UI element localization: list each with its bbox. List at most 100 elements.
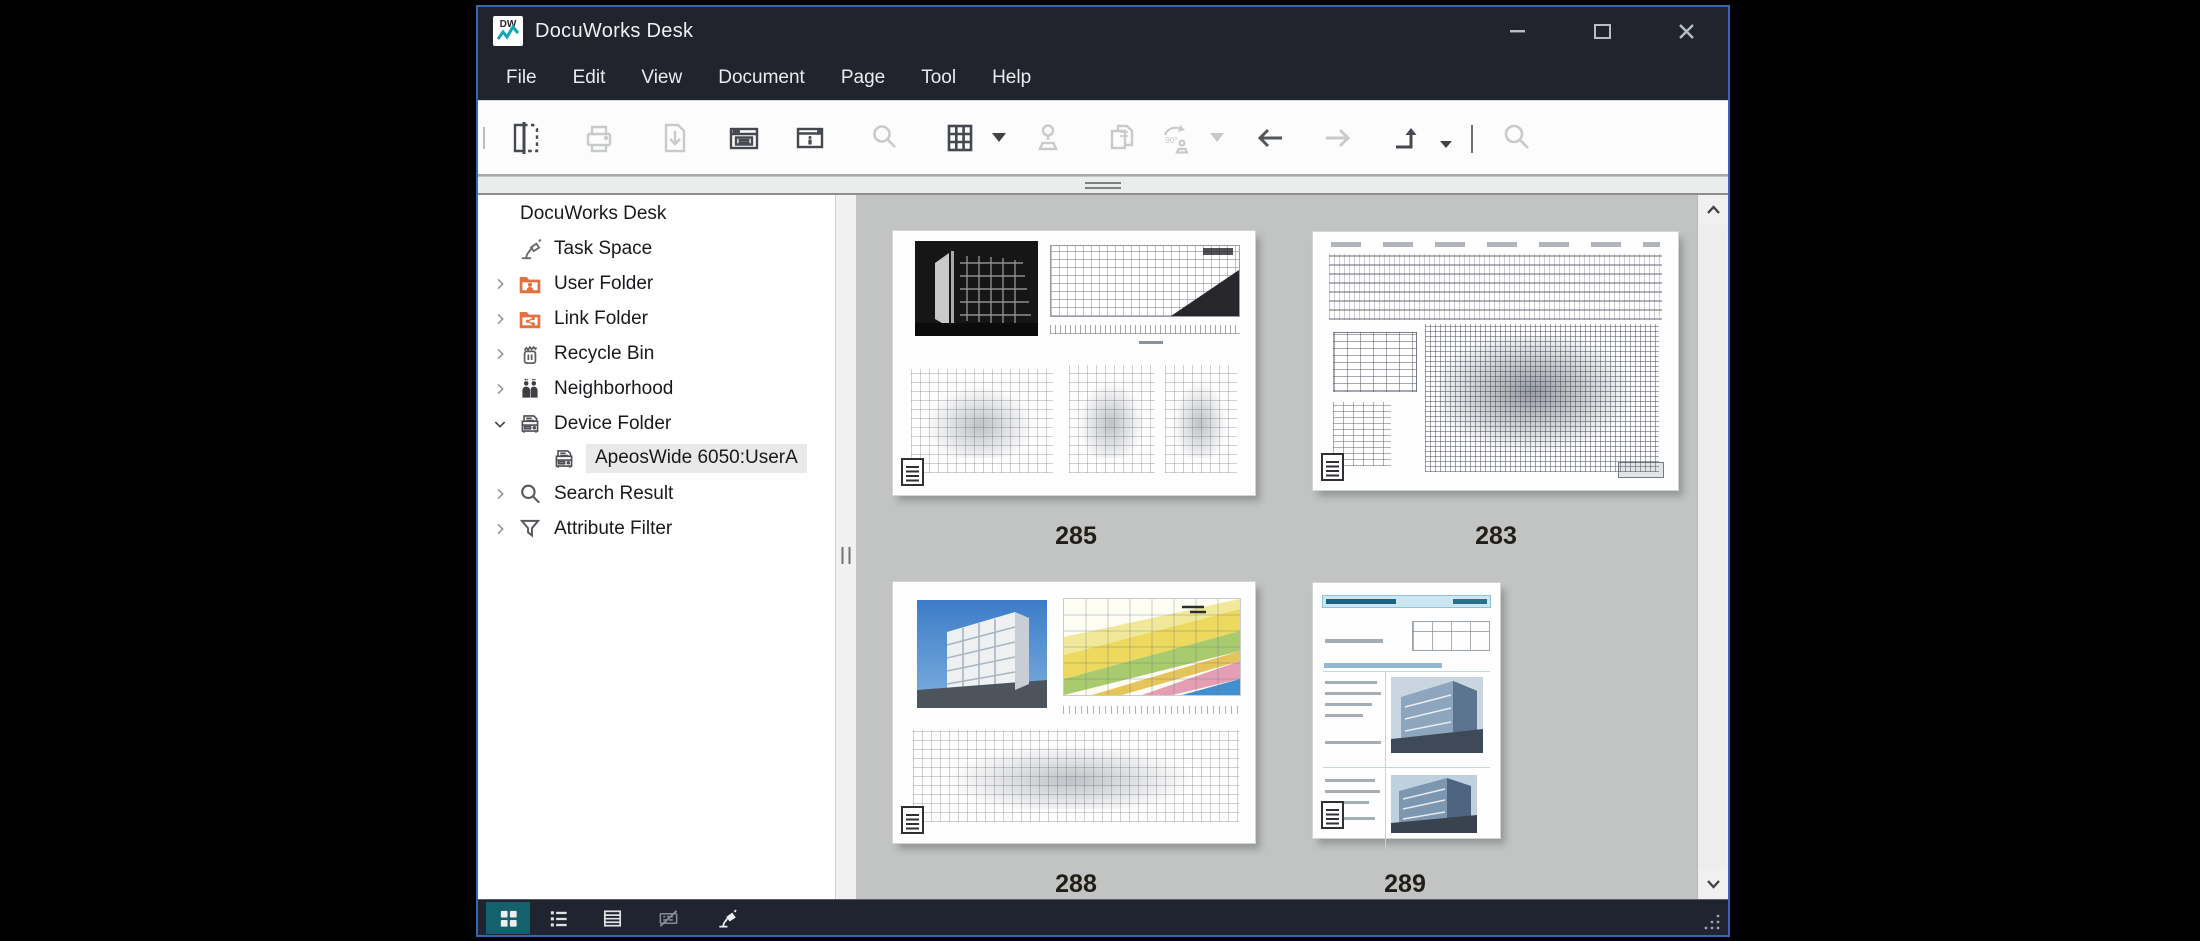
list-view-button[interactable] (536, 902, 580, 934)
vertical-splitter[interactable] (836, 195, 856, 899)
tree-item-label[interactable]: Link Folder (552, 305, 650, 333)
chevron-right-icon[interactable] (488, 482, 512, 506)
tree-item-label[interactable]: Recycle Bin (552, 340, 656, 368)
maximize-button[interactable] (1560, 7, 1644, 55)
tree-item-docuworks-desk[interactable]: DocuWorks Desk (478, 196, 835, 231)
infoview-disabled-icon (657, 907, 680, 930)
tree-item-label[interactable]: User Folder (552, 270, 655, 298)
workspace-view-button[interactable] (721, 115, 767, 161)
thumbnail-plan (1165, 365, 1237, 473)
tree-item-task-space[interactable]: Task Space (478, 231, 835, 266)
vertical-splitter-handle[interactable] (842, 547, 851, 564)
vertical-scrollbar[interactable] (1697, 195, 1728, 899)
back-arrow-icon (1250, 118, 1292, 158)
search-button[interactable] (1494, 115, 1540, 161)
tree-item-label[interactable]: Neighborhood (552, 375, 675, 403)
save-document-icon (654, 118, 696, 158)
tree-item-attribute-filter[interactable]: Attribute Filter (478, 511, 835, 546)
document-area[interactable]: 285 283 288 289 (856, 195, 1697, 899)
import-scan-button[interactable] (502, 115, 548, 161)
menu-tool[interactable]: Tool (903, 59, 974, 97)
desktop-background: DW DocuWorks Desk File Edit View Documen… (0, 0, 2200, 941)
tree-item-label[interactable]: Device Folder (552, 410, 673, 438)
tree-item-neighborhood[interactable]: Neighborhood (478, 371, 835, 406)
loupe-button[interactable] (862, 115, 908, 161)
thumbnail-view-button[interactable] (486, 902, 530, 934)
tree-item-link-folder[interactable]: Link Folder (478, 301, 835, 336)
tree-item-recycle-bin[interactable]: Recycle Bin (478, 336, 835, 371)
detail-view-icon (601, 907, 624, 930)
menu-page[interactable]: Page (823, 59, 903, 97)
document-thumbnail-289[interactable] (1313, 583, 1500, 838)
app-icon: DW (493, 16, 523, 46)
tree-item-user-folder[interactable]: User Folder (478, 266, 835, 301)
title-bar[interactable]: DW DocuWorks Desk (478, 7, 1728, 55)
horizontal-splitter[interactable] (478, 176, 1728, 195)
task-space-button[interactable] (704, 902, 748, 934)
close-button[interactable] (1644, 7, 1728, 55)
chevron-right-icon[interactable] (488, 517, 512, 541)
folder-tree-panel: DocuWorks Desk Task Space User Folder (478, 195, 836, 899)
tree-item-label-selected[interactable]: ApeosWide 6050:UserA (586, 444, 807, 473)
save-document-button[interactable] (652, 115, 698, 161)
stamp-icon (1027, 118, 1069, 158)
tree-item-search-result[interactable]: Search Result (478, 476, 835, 511)
thumbnail-view-icon (497, 907, 520, 930)
print-button[interactable] (576, 115, 622, 161)
chevron-right-icon[interactable] (488, 377, 512, 401)
tree-item-label[interactable]: Task Space (552, 235, 654, 263)
tree-item-label[interactable]: DocuWorks Desk (518, 200, 668, 228)
rotate-90-stamp-button[interactable]: 90° (1152, 115, 1198, 161)
link-folder-icon (516, 306, 544, 332)
document-thumbnail-285[interactable] (893, 231, 1255, 495)
chevron-right-icon[interactable] (488, 342, 512, 366)
tree-item-device-folder[interactable]: Device Folder (478, 406, 835, 441)
menu-edit[interactable]: Edit (555, 59, 624, 97)
info-view-icon (789, 118, 831, 158)
rotate-90-dropdown[interactable] (1210, 133, 1224, 142)
thumbnail-plan (911, 369, 1053, 473)
main-region: DocuWorks Desk Task Space User Folder (478, 195, 1728, 899)
document-thumbnail-283[interactable] (1313, 232, 1678, 490)
chevron-right-icon[interactable] (488, 307, 512, 331)
scroll-up-button[interactable] (1698, 195, 1728, 225)
tree-item-apeoswide-6050-usera[interactable]: ApeosWide 6050:UserA (478, 441, 835, 476)
horizontal-splitter-handle[interactable] (1085, 182, 1121, 189)
stamp-button[interactable] (1025, 115, 1071, 161)
scrollbar-thumb[interactable] (1699, 225, 1727, 869)
neighborhood-icon (516, 376, 544, 402)
thumbnail-grid-dropdown[interactable] (992, 133, 1006, 142)
window-resize-grip[interactable] (1702, 912, 1722, 932)
minimize-icon (1510, 29, 1526, 33)
forward-button[interactable] (1314, 115, 1360, 161)
document-badge-icon (901, 806, 924, 834)
tree-item-label[interactable]: Search Result (552, 480, 675, 508)
back-button[interactable] (1248, 115, 1294, 161)
device-printer-icon (516, 411, 544, 437)
move-up-level-dropdown[interactable] (1440, 141, 1452, 148)
print-icon (578, 118, 620, 158)
infoview-disabled-button[interactable] (646, 902, 690, 934)
docuworks-desk-window: DW DocuWorks Desk File Edit View Documen… (476, 5, 1730, 937)
document-thumbnail-288[interactable] (893, 582, 1255, 843)
detail-view-button[interactable] (590, 902, 634, 934)
chevron-right-icon[interactable] (488, 272, 512, 296)
desk-lamp-icon (715, 907, 738, 930)
chevron-down-icon[interactable] (488, 412, 512, 436)
tree-item-label[interactable]: Attribute Filter (552, 515, 674, 543)
copy-document-button[interactable] (1100, 115, 1146, 161)
page-number-label: 285 (1055, 522, 1097, 551)
toolbar-grip[interactable] (483, 127, 486, 149)
move-up-level-button[interactable] (1384, 115, 1430, 161)
forward-arrow-icon (1316, 118, 1358, 158)
menu-help[interactable]: Help (974, 59, 1049, 97)
menu-file[interactable]: File (488, 59, 555, 97)
info-view-button[interactable] (787, 115, 833, 161)
thumbnail-grid-button[interactable] (937, 115, 983, 161)
menu-document[interactable]: Document (700, 59, 823, 97)
scroll-down-button[interactable] (1698, 869, 1728, 899)
page-number-label: 288 (1055, 870, 1097, 899)
menu-view[interactable]: View (623, 59, 700, 97)
page-number-label: 289 (1384, 870, 1426, 899)
minimize-button[interactable] (1476, 7, 1560, 55)
